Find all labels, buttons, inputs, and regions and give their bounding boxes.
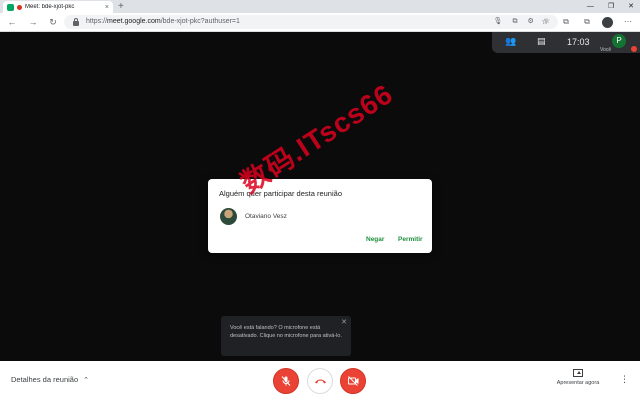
toast-message: Você está falando? O microfone está desa…	[230, 325, 342, 339]
meeting-details-label: Detalhes da reunião	[11, 375, 79, 384]
self-avatar[interactable]: P	[612, 34, 626, 48]
camera-toggle-button[interactable]	[340, 368, 366, 394]
join-request-dialog: Alguém quer participar desta reunião Ota…	[208, 179, 432, 253]
meeting-clock: 17:03	[567, 37, 590, 47]
people-icon[interactable]: 👥	[505, 36, 516, 47]
back-button[interactable]: ←	[6, 16, 18, 28]
lock-icon	[73, 18, 79, 26]
more-options-icon[interactable]: ⋮	[620, 375, 629, 384]
extensions-icon[interactable]: ⧉	[581, 16, 593, 28]
microphone-indicator-icon[interactable]: 🎙	[494, 15, 503, 29]
mic-off-icon	[281, 376, 291, 386]
present-now-label: Apresentar agora	[556, 380, 600, 386]
meeting-control-bar: Detalhes da reunião ⌃ Apresentar agora ⋮	[0, 361, 640, 400]
screen: Meet: bde-xjot-pkc × + — ❐ ✕ ← → ↻ https…	[0, 0, 640, 400]
chevron-up-icon: ⌃	[83, 376, 90, 384]
mic-muted-toast: Você está falando? O microfone está desa…	[221, 316, 351, 356]
hang-up-icon	[314, 379, 326, 384]
meet-top-panel: 👥 ▤ 17:03 P Você	[492, 32, 640, 53]
tab-title: Meet: bde-xjot-pkc	[25, 4, 75, 10]
window-controls: — ❐ ✕	[587, 0, 634, 13]
minimize-button[interactable]: —	[587, 0, 594, 13]
url-text[interactable]: https://meet.google.com/bde-xjot-pkc?aut…	[86, 15, 240, 29]
site-settings-icon[interactable]: ⚙	[527, 15, 533, 29]
present-now-button[interactable]: Apresentar agora	[548, 369, 608, 386]
browser-tab[interactable]: Meet: bde-xjot-pkc ×	[3, 1, 113, 13]
new-tab-button[interactable]: +	[118, 0, 124, 13]
collections-icon[interactable]: ⧉	[560, 16, 572, 28]
meet-favicon-icon	[7, 3, 14, 11]
toast-close-icon[interactable]: ✕	[341, 318, 347, 326]
requester-name: Otaviano Vesz	[245, 213, 287, 220]
dialog-title: Alguém quer participar desta reunião	[219, 189, 342, 198]
deny-button[interactable]: Negar	[366, 236, 384, 243]
favorites-icon[interactable]: ☆	[539, 16, 551, 28]
address-bar[interactable]: https://meet.google.com/bde-xjot-pkc?aut…	[64, 15, 558, 29]
meeting-details-button[interactable]: Detalhes da reunião ⌃	[11, 375, 89, 384]
browser-tab-strip: Meet: bde-xjot-pkc × + — ❐ ✕	[0, 0, 640, 13]
menu-icon[interactable]: ⋯	[622, 16, 634, 28]
close-window-button[interactable]: ✕	[628, 0, 634, 13]
requester-avatar	[220, 208, 237, 225]
toolbar-icons: ☆ ⧉ ⧉ ⋯	[539, 16, 634, 28]
browser-toolbar: ← → ↻ https://meet.google.com/bde-xjot-p…	[0, 13, 640, 32]
profile-avatar-icon[interactable]	[602, 16, 613, 28]
recording-dot-icon	[17, 4, 22, 10]
forward-button[interactable]: →	[27, 16, 39, 28]
microphone-toggle-button[interactable]	[273, 368, 299, 394]
present-screen-icon	[573, 369, 583, 377]
chat-icon[interactable]: ▤	[537, 36, 546, 47]
leave-call-button[interactable]	[307, 368, 333, 394]
open-in-app-icon[interactable]: ⧉	[512, 15, 517, 29]
reload-button[interactable]: ↻	[47, 16, 59, 28]
self-label: Você	[600, 47, 612, 53]
camera-off-icon	[347, 376, 358, 386]
muted-badge-icon	[631, 46, 637, 52]
maximize-button[interactable]: ❐	[608, 0, 614, 13]
tab-close-icon[interactable]: ×	[105, 4, 109, 11]
allow-button[interactable]: Permitir	[398, 236, 423, 243]
